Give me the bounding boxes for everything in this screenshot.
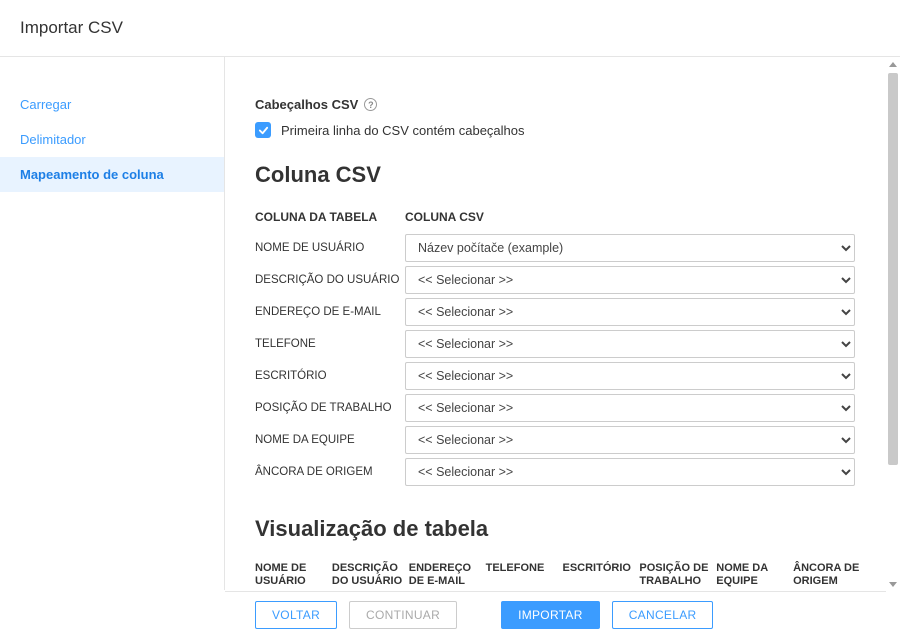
csv-headers-checkbox-row: Primeira linha do CSV contém cabeçalhos [255, 122, 870, 138]
preview-col: ESCRITÓRIO [563, 560, 640, 590]
mapping-select-ancora[interactable]: << Selecionar >> [405, 458, 855, 486]
mapping-select-posicao[interactable]: << Selecionar >> [405, 394, 855, 422]
sidebar: Carregar Delimitador Mapeamento de colun… [0, 57, 225, 590]
mapping-label: ENDEREÇO DE E-MAIL [255, 306, 405, 318]
preview-col: DESCRIÇÃO DO USUÁRIO [332, 560, 409, 590]
mapping-header-row: COLUNA DA TABELA COLUNA CSV [255, 210, 855, 224]
mapping-select-escritorio[interactable]: << Selecionar >> [405, 362, 855, 390]
mapping-label: POSIÇÃO DE TRABALHO [255, 402, 405, 414]
coluna-csv-heading: Coluna CSV [255, 162, 870, 188]
body: Carregar Delimitador Mapeamento de colun… [0, 57, 900, 590]
mapping-row-nome-usuario: NOME DE USUÁRIO Název počítače (example) [255, 234, 855, 262]
main-panel: Cabeçalhos CSV ? Primeira linha do CSV c… [225, 57, 900, 590]
mapping-row-escritorio: ESCRITÓRIO << Selecionar >> [255, 362, 855, 390]
preview-col: NOME DA EQUIPE [716, 560, 793, 590]
footer: VOLTAR CONTINUAR IMPORTAR CANCELAR [225, 591, 886, 637]
csv-headers-label: Cabeçalhos CSV ? [255, 97, 377, 112]
csv-headers-checkbox-label: Primeira linha do CSV contém cabeçalhos [281, 123, 525, 138]
mapping-row-descricao: DESCRIÇÃO DO USUÁRIO << Selecionar >> [255, 266, 855, 294]
mapping-select-descricao[interactable]: << Selecionar >> [405, 266, 855, 294]
preview-col: POSIÇÃO DE TRABALHO [639, 560, 716, 590]
csv-headers-checkbox[interactable] [255, 122, 271, 138]
csv-headers-label-text: Cabeçalhos CSV [255, 97, 358, 112]
preview-col: TELEFONE [486, 560, 563, 590]
mapping-row-equipe: NOME DA EQUIPE << Selecionar >> [255, 426, 855, 454]
cancel-button[interactable]: CANCELAR [612, 601, 714, 629]
mapping-label: ESCRITÓRIO [255, 370, 405, 382]
mapping-select-email[interactable]: << Selecionar >> [405, 298, 855, 326]
mapping-select-telefone[interactable]: << Selecionar >> [405, 330, 855, 358]
help-icon[interactable]: ? [364, 98, 377, 111]
mapping-label: ÂNCORA DE ORIGEM [255, 466, 405, 478]
mapping-row-posicao: POSIÇÃO DE TRABALHO << Selecionar >> [255, 394, 855, 422]
mapping-label: DESCRIÇÃO DO USUÁRIO [255, 274, 405, 286]
mapping-label: NOME DA EQUIPE [255, 434, 405, 446]
scroll-down-icon[interactable] [889, 582, 897, 587]
sidebar-item-mapeamento[interactable]: Mapeamento de coluna [0, 157, 224, 192]
mapping-row-email: ENDEREÇO DE E-MAIL << Selecionar >> [255, 298, 855, 326]
preview-heading: Visualização de tabela [255, 516, 870, 542]
preview-table-header: NOME DE USUÁRIO DESCRIÇÃO DO USUÁRIO END… [255, 560, 870, 590]
preview-col: ENDEREÇO DE E-MAIL [409, 560, 486, 590]
mapping-row-ancora: ÂNCORA DE ORIGEM << Selecionar >> [255, 458, 855, 486]
back-button[interactable]: VOLTAR [255, 601, 337, 629]
preview-col: ÂNCORA DE ORIGEM [793, 560, 870, 590]
preview-col: NOME DE USUÁRIO [255, 560, 332, 590]
sidebar-item-delimitador[interactable]: Delimitador [0, 122, 224, 157]
check-icon [258, 125, 269, 136]
mapping-select-equipe[interactable]: << Selecionar >> [405, 426, 855, 454]
scrollbar-thumb[interactable] [888, 73, 898, 465]
scrollbar[interactable] [886, 58, 900, 591]
scrollbar-track[interactable] [888, 73, 898, 576]
mapping-select-nome-usuario[interactable]: Název počítače (example) [405, 234, 855, 262]
import-button[interactable]: IMPORTAR [501, 601, 600, 629]
sidebar-item-carregar[interactable]: Carregar [0, 87, 224, 122]
mapping-label: TELEFONE [255, 338, 405, 350]
continue-button: CONTINUAR [349, 601, 457, 629]
page-title: Importar CSV [0, 0, 900, 57]
mapping-header-table-col: COLUNA DA TABELA [255, 210, 405, 224]
scroll-up-icon[interactable] [889, 62, 897, 67]
mapping-header-csv-col: COLUNA CSV [405, 210, 484, 224]
mapping-table: COLUNA DA TABELA COLUNA CSV NOME DE USUÁ… [255, 210, 855, 486]
mapping-label: NOME DE USUÁRIO [255, 242, 405, 254]
mapping-row-telefone: TELEFONE << Selecionar >> [255, 330, 855, 358]
